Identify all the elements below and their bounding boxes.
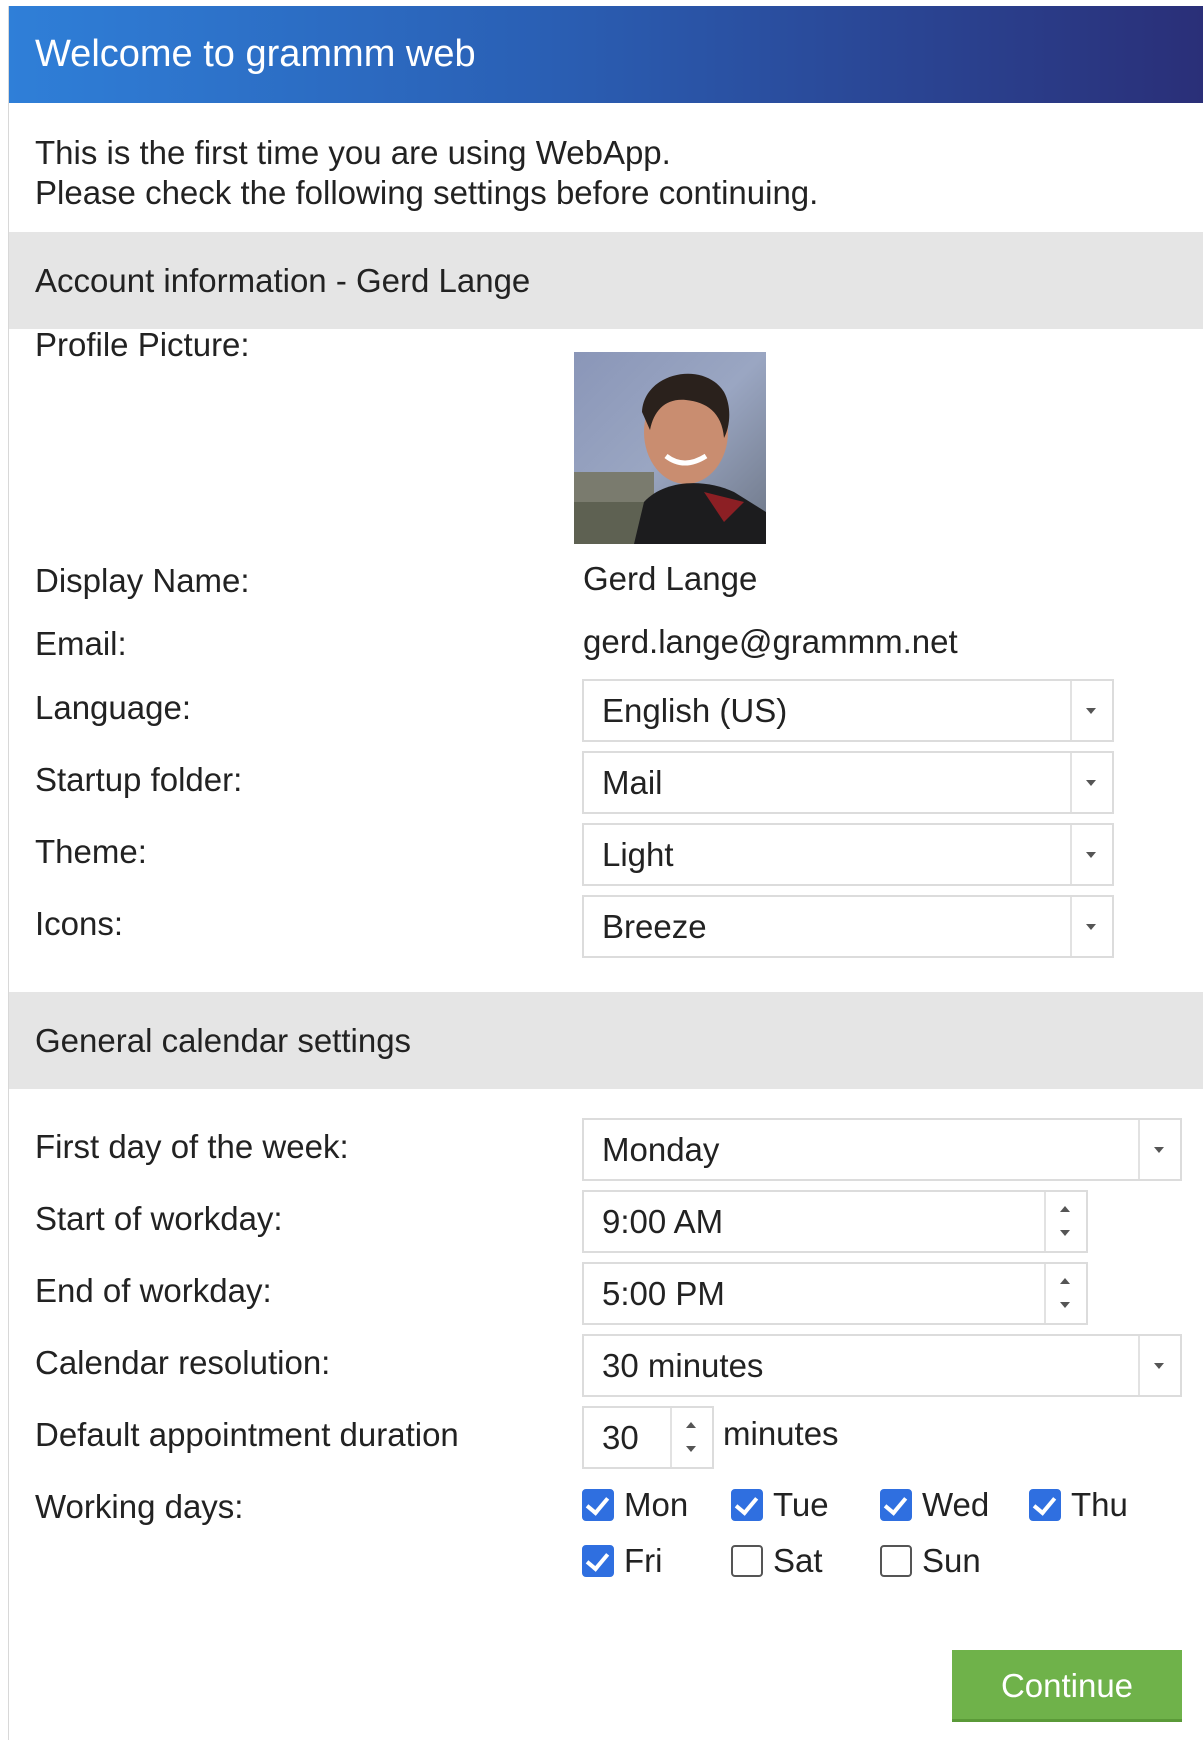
welcome-dialog: Welcome to grammm web This is the first … bbox=[8, 6, 1203, 1740]
first-day-label: First day of the week: bbox=[35, 1128, 349, 1165]
language-dropdown-button[interactable] bbox=[1070, 681, 1112, 740]
startup-folder-select[interactable]: Mail bbox=[582, 751, 1114, 814]
email-label: Email: bbox=[35, 625, 127, 662]
spin-down-icon[interactable] bbox=[1060, 1302, 1070, 1308]
appointment-duration-label: Default appointment duration bbox=[35, 1416, 459, 1453]
working-day-checkbox-sun[interactable] bbox=[880, 1545, 912, 1577]
language-value: English (US) bbox=[602, 692, 788, 729]
calendar-resolution-value: 30 minutes bbox=[602, 1347, 764, 1384]
calendar-section-header: General calendar settings bbox=[9, 992, 1203, 1089]
intro-line-2: Please check the following settings befo… bbox=[35, 174, 819, 211]
spin-down-icon[interactable] bbox=[1060, 1230, 1070, 1236]
working-day-label-fri[interactable]: Fri bbox=[624, 1541, 662, 1581]
startup-folder-dropdown-button[interactable] bbox=[1070, 753, 1112, 812]
language-select[interactable]: English (US) bbox=[582, 679, 1114, 742]
first-day-dropdown-button[interactable] bbox=[1138, 1120, 1180, 1179]
theme-dropdown-button[interactable] bbox=[1070, 825, 1112, 884]
appointment-duration-value[interactable]: 30 bbox=[602, 1408, 639, 1467]
first-day-select[interactable]: Monday bbox=[582, 1118, 1182, 1181]
working-day-checkbox-fri[interactable] bbox=[582, 1545, 614, 1577]
theme-label: Theme: bbox=[35, 833, 147, 870]
working-day-label-tue[interactable]: Tue bbox=[773, 1485, 829, 1525]
end-workday-label: End of workday: bbox=[35, 1272, 272, 1309]
first-day-value: Monday bbox=[602, 1131, 720, 1168]
startup-folder-label: Startup folder: bbox=[35, 761, 243, 798]
chevron-down-icon bbox=[1086, 924, 1096, 930]
account-section-header: Account information - Gerd Lange bbox=[9, 232, 1203, 329]
working-day-checkbox-tue[interactable] bbox=[731, 1489, 763, 1521]
chevron-down-icon bbox=[1086, 780, 1096, 786]
icons-dropdown-button[interactable] bbox=[1070, 897, 1112, 956]
working-day-label-sun[interactable]: Sun bbox=[922, 1541, 981, 1581]
working-day-checkbox-wed[interactable] bbox=[880, 1489, 912, 1521]
calendar-resolution-select[interactable]: 30 minutes bbox=[582, 1334, 1182, 1397]
spin-down-icon[interactable] bbox=[686, 1446, 696, 1452]
appointment-duration-spinner[interactable]: 30 bbox=[582, 1406, 714, 1469]
chevron-down-icon bbox=[1086, 852, 1096, 858]
chevron-down-icon bbox=[1154, 1147, 1164, 1153]
chevron-down-icon bbox=[1154, 1363, 1164, 1369]
profile-picture-label: Profile Picture: bbox=[35, 326, 250, 363]
working-day-checkbox-sat[interactable] bbox=[731, 1545, 763, 1577]
icons-label: Icons: bbox=[35, 905, 124, 942]
language-label: Language: bbox=[35, 689, 191, 726]
display-name-value: Gerd Lange bbox=[583, 560, 758, 597]
chevron-down-icon bbox=[1086, 708, 1096, 714]
working-day-label-thu[interactable]: Thu bbox=[1071, 1485, 1128, 1525]
dialog-title: Welcome to grammm web bbox=[9, 6, 1203, 103]
appointment-duration-unit: minutes bbox=[723, 1415, 839, 1452]
display-name-label: Display Name: bbox=[35, 562, 250, 599]
working-day-label-sat[interactable]: Sat bbox=[773, 1541, 823, 1581]
end-workday-spin-buttons[interactable] bbox=[1044, 1264, 1086, 1323]
theme-value: Light bbox=[602, 836, 674, 873]
continue-button[interactable]: Continue bbox=[952, 1650, 1182, 1722]
profile-picture bbox=[574, 352, 766, 544]
start-workday-spin-buttons[interactable] bbox=[1044, 1192, 1086, 1251]
calendar-resolution-dropdown-button[interactable] bbox=[1138, 1336, 1180, 1395]
appointment-duration-spin-buttons[interactable] bbox=[670, 1408, 712, 1467]
end-workday-spinner[interactable]: 5:00 PM bbox=[582, 1262, 1088, 1325]
spin-up-icon[interactable] bbox=[1060, 1206, 1070, 1212]
working-day-label-wed[interactable]: Wed bbox=[922, 1485, 989, 1525]
theme-select[interactable]: Light bbox=[582, 823, 1114, 886]
start-workday-value[interactable]: 9:00 AM bbox=[602, 1192, 723, 1251]
spin-up-icon[interactable] bbox=[1060, 1278, 1070, 1284]
icons-select[interactable]: Breeze bbox=[582, 895, 1114, 958]
icons-value: Breeze bbox=[602, 908, 707, 945]
working-day-checkbox-thu[interactable] bbox=[1029, 1489, 1061, 1521]
calendar-resolution-label: Calendar resolution: bbox=[35, 1344, 331, 1381]
end-workday-value[interactable]: 5:00 PM bbox=[602, 1264, 725, 1323]
email-value: gerd.lange@grammm.net bbox=[583, 623, 958, 660]
working-days-label: Working days: bbox=[35, 1488, 244, 1525]
working-day-checkbox-mon[interactable] bbox=[582, 1489, 614, 1521]
start-workday-spinner[interactable]: 9:00 AM bbox=[582, 1190, 1088, 1253]
intro-line-1: This is the first time you are using Web… bbox=[35, 134, 671, 171]
start-workday-label: Start of workday: bbox=[35, 1200, 283, 1237]
intro-text: This is the first time you are using Web… bbox=[9, 103, 1203, 232]
working-day-label-mon[interactable]: Mon bbox=[624, 1485, 688, 1525]
spin-up-icon[interactable] bbox=[686, 1422, 696, 1428]
startup-folder-value: Mail bbox=[602, 764, 663, 801]
avatar[interactable] bbox=[574, 352, 766, 544]
